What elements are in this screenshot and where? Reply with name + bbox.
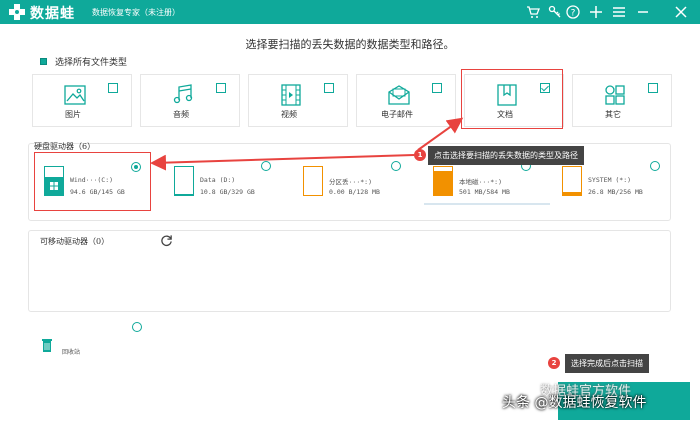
select-all-types[interactable]: 选择所有文件类型: [40, 55, 127, 68]
callout-1-badge: 1: [414, 149, 426, 161]
image-icon: [64, 85, 86, 105]
film-icon: [281, 84, 301, 106]
drive-local-disk-name: 本地磁···*:): [459, 178, 502, 186]
minimize-button[interactable]: [634, 3, 652, 21]
type-card-video[interactable]: 视频: [248, 74, 348, 127]
grid-icon: [605, 85, 625, 105]
plus-icon: [590, 6, 602, 18]
drive-local-disk-size: 501 MB/584 MB: [459, 188, 510, 196]
drives-scrollbar[interactable]: [424, 203, 550, 205]
help-icon: ?: [566, 5, 580, 19]
type-label-other: 其它: [605, 110, 621, 119]
type-label-images: 图片: [65, 110, 81, 119]
cart-icon: [527, 6, 540, 18]
recycle-bin-radio[interactable]: [132, 322, 142, 332]
drive-d[interactable]: Data (D:) 10.8 GB/329 GB: [174, 162, 274, 210]
type-label-email: 电子邮件: [381, 110, 413, 119]
drive-system-name: SYSTEM (*:): [588, 176, 632, 184]
removable-drives-panel: [28, 230, 671, 312]
type-checkbox-images[interactable]: [108, 83, 118, 93]
drive-lost-partition-name: 分区丢···*:): [329, 178, 372, 186]
help-button[interactable]: ?: [564, 3, 582, 21]
menu-icon: [613, 7, 625, 17]
drive-system-icon: [562, 166, 582, 196]
callout-2: 选择完成后点击扫描: [565, 354, 649, 373]
type-card-email[interactable]: 电子邮件: [356, 74, 456, 127]
drive-c-highlight: [34, 152, 151, 211]
type-checkbox-audio[interactable]: [216, 83, 226, 93]
select-all-checkbox[interactable]: [40, 58, 47, 65]
mail-icon: [388, 85, 410, 105]
callout-1: 点击选择要扫描的丢失数据的类型及路径: [428, 146, 584, 165]
type-checkbox-video[interactable]: [324, 83, 334, 93]
drive-d-radio[interactable]: [261, 161, 271, 171]
drive-local-disk-icon: [433, 166, 453, 196]
title-bar: 数据蛙 数据恢复专家（未注册） ?: [0, 0, 700, 24]
drive-d-icon: [174, 166, 194, 196]
drive-d-size: 10.8 GB/329 GB: [200, 188, 255, 196]
type-label-video: 视频: [281, 110, 297, 119]
app-subtitle: 数据恢复专家（未注册）: [92, 8, 180, 17]
drive-lost-partition-size: 0.00 B/128 MB: [329, 188, 380, 196]
app-logo-text: 数据蛙: [30, 6, 75, 22]
close-icon: [675, 6, 687, 18]
type-checkbox-other[interactable]: [648, 83, 658, 93]
recycle-bin-label: 回收站: [62, 349, 81, 356]
drive-lost-partition-radio[interactable]: [391, 161, 401, 171]
type-card-other[interactable]: 其它: [572, 74, 672, 127]
menu-button[interactable]: [610, 3, 628, 21]
logo-icon: [9, 4, 25, 20]
svg-text:?: ?: [571, 9, 576, 19]
key-button[interactable]: [546, 3, 564, 21]
trash-icon[interactable]: [42, 338, 52, 352]
page-title: 选择要扫描的丢失数据的数据类型和路径。: [245, 38, 455, 51]
drive-d-name: Data (D:): [200, 176, 236, 184]
select-all-label: 选择所有文件类型: [55, 58, 128, 68]
cart-button[interactable]: [524, 3, 542, 21]
refresh-icon[interactable]: [160, 234, 173, 247]
removable-drives-label: 可移动驱动器（0）: [40, 237, 110, 246]
drive-system[interactable]: SYSTEM (*:) 26.8 MB/256 MB: [562, 162, 662, 210]
drive-lost-partition[interactable]: 分区丢···*:) 0.00 B/128 MB: [303, 162, 403, 210]
music-note-icon: [173, 84, 193, 104]
callout-2-badge: 2: [548, 357, 560, 369]
hard-drives-label: 硬盘驱动器（6）: [34, 142, 96, 151]
close-button[interactable]: [672, 3, 690, 21]
type-card-audio[interactable]: 音频: [140, 74, 240, 127]
drive-system-radio[interactable]: [650, 161, 660, 171]
drive-system-size: 26.8 MB/256 MB: [588, 188, 643, 196]
documents-highlight: [461, 69, 563, 129]
minimize-icon: [638, 11, 648, 13]
type-card-images[interactable]: 图片: [32, 74, 132, 127]
key-icon: [548, 5, 561, 18]
watermark: 头条 @数据蛙恢复软件: [502, 395, 647, 411]
add-button[interactable]: [587, 3, 605, 21]
type-label-audio: 音频: [173, 110, 189, 119]
drive-lost-partition-icon: [303, 166, 323, 196]
type-checkbox-email[interactable]: [432, 83, 442, 93]
